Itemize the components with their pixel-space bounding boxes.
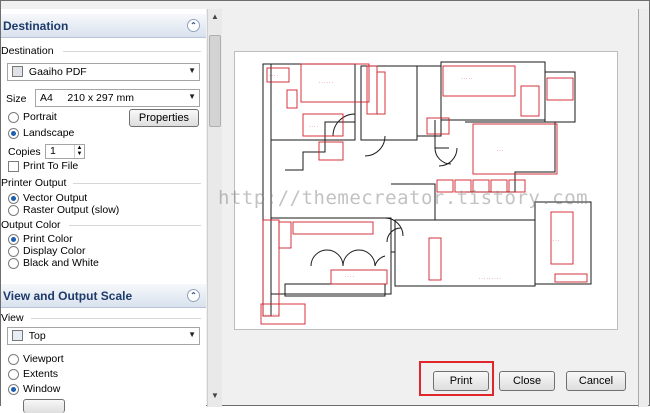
printer-select[interactable]: Gaaiho PDF ▼ [7, 63, 200, 81]
destination-section-title: Destination [3, 19, 69, 33]
display-color-radio[interactable] [8, 245, 19, 257]
destination-section-header[interactable]: Destination ⌃ [1, 14, 206, 38]
window-right-edge [638, 9, 648, 407]
portrait-option[interactable]: Portrait [8, 110, 57, 124]
landscape-radio[interactable] [8, 127, 19, 139]
chevron-down-icon: ▼ [188, 330, 196, 339]
vector-output-radio[interactable] [8, 192, 19, 204]
viewport-option[interactable]: Viewport [8, 352, 64, 366]
svg-text:· · · · · ·: · · · · · · [319, 80, 333, 85]
svg-text:· · · ·: · · · · [345, 274, 354, 279]
collapse-up-icon[interactable]: ⌃ [187, 19, 200, 32]
raster-output-radio[interactable] [8, 204, 19, 216]
black-and-white-option[interactable]: Black and White [8, 256, 99, 270]
svg-text:· · · ·: · · · · [309, 124, 318, 129]
printer-icon [12, 66, 23, 77]
print-to-file-checkbox[interactable] [8, 160, 19, 172]
scroll-thumb[interactable] [209, 35, 221, 127]
paper-size-value: A4 210 x 297 mm [40, 92, 134, 104]
window-option[interactable]: Window [8, 382, 60, 396]
print-button-highlight [419, 361, 494, 396]
svg-text:· · · · · · · · ·: · · · · · · · · · [479, 276, 501, 281]
window-radio[interactable] [8, 383, 19, 395]
destination-group-label: Destination [1, 45, 201, 57]
svg-text:· · ·: · · · [497, 148, 503, 153]
extents-option[interactable]: Extents [8, 367, 58, 381]
view-select[interactable]: Top ▼ [7, 327, 200, 345]
watermark-text: http://themecreator.tistory.com [218, 187, 589, 209]
properties-button[interactable]: Properties [129, 109, 199, 127]
printer-output-label: Printer Output [1, 177, 201, 189]
raster-output-option[interactable]: Raster Output (slow) [8, 203, 119, 217]
view-icon [12, 330, 23, 341]
copies-label: Copies [8, 146, 41, 158]
svg-text:· · · ·: · · · · [269, 73, 278, 78]
svg-text:· · ·: · · · [553, 238, 559, 243]
print-color-radio[interactable] [8, 233, 19, 245]
svg-text:· · · · ·: · · · · · [461, 76, 472, 81]
copies-value: 1 [50, 145, 56, 157]
print-to-file-option[interactable]: Print To File [8, 159, 78, 173]
spin-arrows-icon[interactable]: ▲ ▼ [74, 145, 84, 158]
close-button[interactable]: Close [499, 371, 555, 391]
view-scale-section-title: View and Output Scale [3, 289, 133, 303]
chevron-down-icon: ▼ [188, 92, 196, 101]
window-select-button[interactable] [23, 399, 65, 413]
viewport-radio[interactable] [8, 353, 19, 365]
landscape-option[interactable]: Landscape [8, 126, 74, 140]
size-label: Size [6, 93, 27, 105]
paper-size-select[interactable]: A4 210 x 297 mm ▼ [35, 89, 200, 107]
settings-panel: Destination ⌃ Destination Gaaiho PDF ▼ S… [1, 9, 206, 413]
view-value: Top [28, 330, 46, 342]
collapse-up-icon[interactable]: ⌃ [187, 289, 200, 302]
portrait-radio[interactable] [8, 111, 19, 123]
chevron-down-icon: ▼ [188, 66, 196, 75]
extents-radio[interactable] [8, 368, 19, 380]
cancel-button[interactable]: Cancel [566, 371, 626, 391]
copies-stepper[interactable]: 1 ▲ ▼ [45, 144, 85, 159]
scroll-up-icon[interactable]: ▲ [208, 10, 222, 24]
output-color-label: Output Color [1, 219, 201, 231]
printer-value: Gaaiho PDF [28, 66, 87, 78]
view-label: View [1, 312, 201, 324]
view-scale-section-header[interactable]: View and Output Scale ⌃ [1, 284, 206, 308]
print-dialog: Destination ⌃ Destination Gaaiho PDF ▼ S… [0, 0, 650, 413]
scroll-down-icon[interactable]: ▼ [208, 389, 222, 403]
svg-text:· · · · · ·: · · · · · · [265, 312, 279, 317]
black-and-white-radio[interactable] [8, 257, 19, 269]
